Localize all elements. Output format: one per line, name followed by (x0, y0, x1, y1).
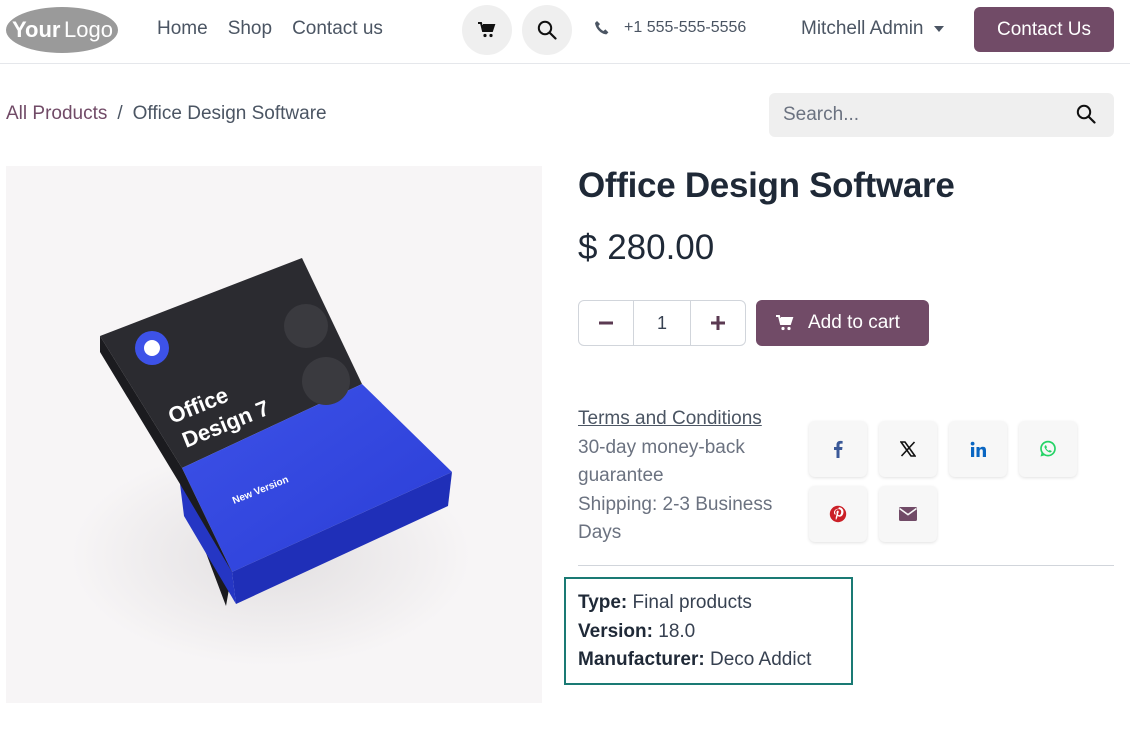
add-to-cart-label: Add to cart (808, 312, 900, 333)
whatsapp-icon (1040, 440, 1056, 457)
cart-icon (776, 315, 794, 331)
product-attributes: Type: Final products Version: 18.0 Manuf… (564, 577, 853, 685)
quantity-input[interactable]: 1 (633, 301, 691, 345)
share-linkedin-button[interactable] (949, 421, 1007, 477)
search-icon (537, 20, 557, 40)
product-title: Office Design Software (578, 166, 955, 205)
product-terms: Terms and Conditions 30-day money-back g… (578, 405, 798, 548)
contact-us-button[interactable]: Contact Us (974, 7, 1114, 52)
attribute-type: Type: Final products (578, 589, 839, 618)
product-price: $ 280.00 (578, 228, 715, 267)
breadcrumb-current: Office Design Software (132, 103, 327, 124)
svg-text:Your: Your (12, 17, 61, 42)
section-divider (578, 565, 1114, 566)
attribute-value: 18.0 (658, 620, 696, 642)
cart-icon (478, 22, 496, 38)
nav-contact-us[interactable]: Contact us (292, 18, 383, 40)
cart-button[interactable] (462, 5, 512, 55)
terms-link[interactable]: Terms and Conditions (578, 405, 798, 434)
share-facebook-button[interactable] (809, 421, 867, 477)
share-email-button[interactable] (879, 486, 937, 542)
quantity-stepper: 1 (578, 300, 746, 346)
svg-text:Logo: Logo (64, 17, 113, 42)
product-search (769, 93, 1114, 137)
email-icon (899, 507, 917, 521)
attribute-version: Version: 18.0 (578, 618, 839, 647)
share-x-button[interactable] (879, 421, 937, 477)
header-search-button[interactable] (522, 5, 572, 55)
caret-down-icon (933, 26, 944, 32)
nav-home[interactable]: Home (157, 18, 208, 40)
shipping-text: Shipping: 2-3 Business Days (578, 493, 773, 544)
nav-shop[interactable]: Shop (228, 18, 272, 40)
plus-icon (711, 316, 725, 330)
attribute-label: Type: (578, 592, 628, 613)
user-menu[interactable]: Mitchell Admin (801, 18, 944, 40)
facebook-icon (834, 440, 843, 458)
phone-icon (595, 21, 609, 35)
share-pinterest-button[interactable] (809, 486, 867, 542)
attribute-manufacturer: Manufacturer: Deco Addict (578, 646, 839, 675)
search-submit-button[interactable] (1076, 104, 1096, 129)
product-image[interactable]: Office Design 7 New Version (6, 166, 542, 703)
site-header: Your Logo Home Shop Contact us +1 555-55… (0, 0, 1130, 64)
attribute-value: Deco Addict (709, 649, 812, 670)
user-name: Mitchell Admin (801, 18, 924, 39)
attribute-label: Manufacturer: (578, 649, 705, 670)
site-logo[interactable]: Your Logo (6, 6, 120, 54)
search-input[interactable] (783, 103, 1053, 127)
breadcrumb-separator: / (117, 103, 123, 124)
attribute-value: Final products (632, 592, 752, 613)
phone-number: +1 555-555-5556 (624, 19, 747, 36)
minus-icon (599, 321, 613, 325)
attribute-label: Version: (578, 620, 653, 642)
search-icon (1076, 104, 1096, 124)
decrease-quantity-button[interactable] (579, 301, 633, 345)
breadcrumb: All Products / Office Design Software (6, 103, 327, 125)
phone-contact[interactable]: +1 555-555-5556 (594, 19, 746, 37)
linkedin-icon (970, 441, 986, 457)
breadcrumb-all-products[interactable]: All Products (6, 103, 107, 125)
increase-quantity-button[interactable] (691, 301, 745, 345)
main-nav: Home Shop Contact us (157, 18, 383, 40)
add-to-cart-button[interactable]: Add to cart (756, 300, 929, 346)
x-icon (900, 441, 916, 457)
guarantee-text: 30-day money-back guarantee (578, 436, 745, 487)
share-whatsapp-button[interactable] (1019, 421, 1077, 477)
pinterest-icon (829, 505, 847, 523)
